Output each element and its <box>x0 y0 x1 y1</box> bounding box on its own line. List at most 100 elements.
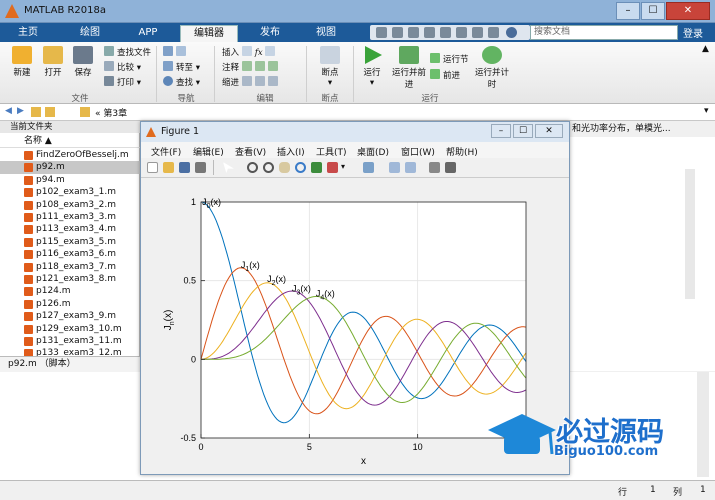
editor-scrollbar[interactable] <box>685 169 695 299</box>
file-row[interactable]: p92.m <box>0 161 140 174</box>
find-button[interactable]: 查找 ▾ <box>163 76 200 89</box>
open-file-icon[interactable] <box>163 162 174 173</box>
menu-insert[interactable]: 插入(I) <box>277 145 305 158</box>
tab-editor[interactable]: 编辑器 <box>180 25 238 42</box>
maximize-button[interactable]: ☐ <box>641 2 665 20</box>
redo-icon[interactable] <box>456 27 467 38</box>
file-row[interactable]: p131_exam3_11.m <box>0 335 140 347</box>
rotate-3d-icon[interactable] <box>295 162 306 173</box>
hide-plot-tools-icon[interactable] <box>429 162 440 173</box>
tab-apps[interactable]: APP <box>128 25 168 42</box>
advance-icon <box>430 69 440 79</box>
breakpoints-button[interactable]: 断点 ▾ <box>314 46 346 88</box>
open-button[interactable]: 打开 <box>40 46 66 78</box>
paste-icon[interactable] <box>424 27 435 38</box>
up-folder-icon[interactable] <box>31 107 41 117</box>
back-forward-button[interactable] <box>163 46 189 59</box>
tab-home[interactable]: 主页 <box>8 25 48 42</box>
editor-tab-header[interactable]: 和光功率分布，单模光... <box>570 121 715 137</box>
minimize-button[interactable]: – <box>616 2 640 20</box>
group-breakpoints-label: 断点 <box>321 94 339 104</box>
figure-close-button[interactable]: ✕ <box>535 124 563 138</box>
file-row[interactable]: FindZeroOfBesselj.m <box>0 149 140 161</box>
switch-window-icon[interactable] <box>472 27 483 38</box>
file-row[interactable]: p127_exam3_9.m <box>0 310 140 322</box>
comment-button[interactable]: 注释 <box>222 61 281 74</box>
menu-help[interactable]: 帮助(H) <box>446 145 478 158</box>
undo-icon[interactable] <box>440 27 451 38</box>
link-plot-icon[interactable] <box>363 162 374 173</box>
zoom-out-icon[interactable] <box>263 162 274 173</box>
file-row[interactable]: p102_exam3_1.m <box>0 186 140 198</box>
menu-view[interactable]: 查看(V) <box>235 145 266 158</box>
run-section-button[interactable]: 运行节 <box>430 53 469 66</box>
file-row[interactable]: p111_exam3_3.m <box>0 211 140 223</box>
file-row[interactable]: p124.m <box>0 285 140 297</box>
figure-minimize-button[interactable]: – <box>491 124 511 138</box>
zoom-in-icon[interactable] <box>247 162 258 173</box>
browse-folder-icon[interactable] <box>45 107 55 117</box>
cut-icon[interactable] <box>392 27 403 38</box>
help-icon[interactable] <box>506 27 517 38</box>
collapse-ribbon-icon[interactable]: ▲ <box>702 44 709 54</box>
show-plot-tools-icon[interactable] <box>445 162 456 173</box>
compare-icon <box>104 61 114 71</box>
print-button[interactable]: 打印 ▾ <box>104 76 141 89</box>
pan-hand-icon[interactable] <box>279 162 290 173</box>
tab-plots[interactable]: 绘图 <box>70 25 110 42</box>
run-time-button[interactable]: 运行并计时 <box>474 46 510 90</box>
new-figure-icon[interactable] <box>147 162 158 173</box>
save-figure-icon[interactable] <box>179 162 190 173</box>
file-row[interactable]: p94.m <box>0 174 140 186</box>
tab-view[interactable]: 视图 <box>306 25 346 42</box>
file-row[interactable]: p113_exam3_4.m <box>0 223 140 235</box>
file-row[interactable]: p121_exam3_8.m <box>0 273 140 285</box>
back-icon[interactable]: ◀ <box>5 106 12 116</box>
colorbar-icon[interactable] <box>389 162 400 173</box>
insert-button[interactable]: 插入 fx <box>222 46 278 59</box>
new-button[interactable]: 新建 <box>8 46 36 78</box>
file-row[interactable]: p126.m <box>0 298 140 310</box>
name-column-header[interactable]: 名称 ▲ <box>0 134 140 148</box>
advance-button[interactable]: 前进 <box>430 69 460 82</box>
menu-tools[interactable]: 工具(T) <box>316 145 347 158</box>
brush-icon[interactable] <box>327 162 338 173</box>
tab-publish[interactable]: 发布 <box>250 25 290 42</box>
forward-icon[interactable]: ▶ <box>17 106 24 116</box>
file-row[interactable]: p129_exam3_10.m <box>0 323 140 335</box>
run-section-icon <box>430 53 440 63</box>
path-dropdown-icon[interactable]: ▾ <box>704 106 709 116</box>
search-documentation-input[interactable]: 搜索文档 <box>530 25 678 40</box>
find-files-button[interactable]: 查找文件 <box>104 46 151 59</box>
close-button[interactable]: ✕ <box>666 2 710 20</box>
breakpoints-icon <box>320 46 340 64</box>
file-row[interactable]: p118_exam3_7.m <box>0 261 140 273</box>
figure-maximize-button[interactable]: ☐ <box>513 124 533 138</box>
run-advance-button[interactable]: 运行并前进 <box>392 46 426 90</box>
data-cursor-icon[interactable] <box>311 162 322 173</box>
copy-icon[interactable] <box>408 27 419 38</box>
goto-button[interactable]: 转至 ▾ <box>163 61 200 74</box>
compare-button[interactable]: 比较 ▾ <box>104 61 141 74</box>
file-row[interactable]: p108_exam3_2.m <box>0 199 140 211</box>
run-button[interactable]: 运行 ▾ <box>358 46 386 88</box>
menu-file[interactable]: 文件(F) <box>151 145 181 158</box>
menu-window[interactable]: 窗口(W) <box>401 145 435 158</box>
save-icon[interactable] <box>376 27 387 38</box>
find-magnifier-icon <box>163 76 173 86</box>
divider <box>213 160 214 175</box>
print-figure-icon[interactable] <box>195 162 206 173</box>
menu-desktop[interactable]: 桌面(D) <box>357 145 389 158</box>
indent-button[interactable]: 缩进 <box>222 76 281 89</box>
search-icon[interactable] <box>488 27 499 38</box>
current-path[interactable]: « 第3章 <box>95 106 127 119</box>
file-row[interactable]: p115_exam3_5.m <box>0 236 140 248</box>
save-button[interactable]: 保存 <box>70 46 96 78</box>
file-row[interactable]: p116_exam3_6.m <box>0 248 140 260</box>
login-link[interactable]: 登录 <box>683 25 703 40</box>
menu-edit[interactable]: 编辑(E) <box>193 145 224 158</box>
pointer-icon[interactable] <box>223 162 234 173</box>
legend-icon[interactable] <box>405 162 416 173</box>
brush-dropdown-icon[interactable]: ▾ <box>341 162 345 171</box>
current-folder-panel: 当前文件夹 名称 ▲ FindZeroOfBesselj.m p92.m p94.m… <box>0 121 140 371</box>
